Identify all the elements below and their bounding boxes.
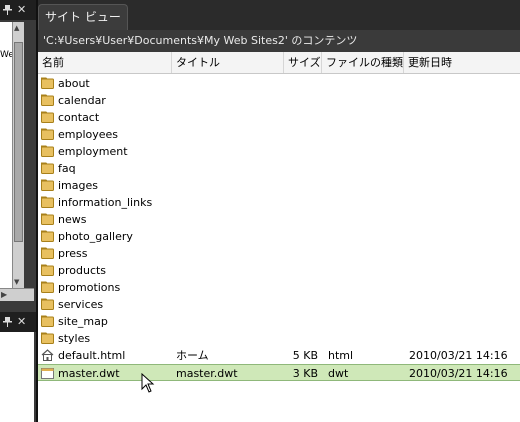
file-name: employees xyxy=(58,128,119,141)
file-name: calendar xyxy=(58,94,106,107)
file-size: 3 KB xyxy=(292,367,318,380)
file-name: photo_gallery xyxy=(58,230,133,243)
folder-icon xyxy=(41,111,54,123)
scroll-up-icon[interactable]: ▲ xyxy=(14,24,19,32)
folder-row[interactable]: faq xyxy=(38,160,520,177)
folder-row[interactable]: services xyxy=(38,296,520,313)
pin-icon[interactable] xyxy=(3,317,12,327)
file-name: promotions xyxy=(58,281,121,294)
folder-icon xyxy=(41,179,54,191)
folder-icon xyxy=(41,145,54,157)
folder-row[interactable]: press xyxy=(38,245,520,262)
template-file-icon xyxy=(41,368,54,379)
scroll-right-icon[interactable]: ▶ xyxy=(1,290,7,299)
column-header-name[interactable]: 名前 xyxy=(38,52,172,73)
close-icon[interactable]: ✕ xyxy=(17,4,26,15)
scrollbar-thumb[interactable] xyxy=(14,42,23,242)
file-modified: 2010/03/21 14:16 xyxy=(409,349,508,362)
folder-icon xyxy=(41,162,54,174)
tab-site-view[interactable]: サイト ビュー xyxy=(38,4,128,30)
folder-icon xyxy=(41,196,54,208)
left-bottom-panel-content xyxy=(0,332,34,422)
folder-row[interactable]: site_map xyxy=(38,313,520,330)
file-name: contact xyxy=(58,111,100,124)
folder-icon xyxy=(41,128,54,140)
column-header-modified[interactable]: 更新日時 xyxy=(404,52,520,73)
file-name: information_links xyxy=(58,196,153,209)
file-name: press xyxy=(58,247,88,260)
file-name: products xyxy=(58,264,107,277)
file-name: about xyxy=(58,77,90,90)
left-panel-vertical-scrollbar[interactable]: ▲ ▼ xyxy=(12,22,24,288)
column-header-type[interactable]: ファイルの種類 xyxy=(322,52,404,73)
file-name: employment xyxy=(58,145,128,158)
home-page-icon xyxy=(41,349,54,361)
folder-row[interactable]: photo_gallery xyxy=(38,228,520,245)
file-name: default.html xyxy=(58,349,126,362)
close-icon[interactable]: ✕ xyxy=(17,316,26,327)
file-title: master.dwt xyxy=(176,367,238,380)
scroll-down-icon[interactable]: ▼ xyxy=(14,278,19,286)
folder-path: 'C:¥Users¥User¥Documents¥My Web Sites2' … xyxy=(38,30,520,52)
left-bottom-panel-titlebar: ✕ xyxy=(0,312,36,332)
file-name: master.dwt xyxy=(58,367,120,380)
file-title: ホーム xyxy=(176,349,209,362)
folder-row[interactable]: about xyxy=(38,75,520,92)
file-name: news xyxy=(58,213,87,226)
file-size: 5 KB xyxy=(292,349,318,362)
file-row[interactable]: default.html ホーム 5 KB html 2010/03/21 14:16 xyxy=(38,347,520,364)
left-panel-titlebar: ✕ xyxy=(0,0,36,20)
folder-row[interactable]: news xyxy=(38,211,520,228)
left-panel: ✕ We ▲ ▼ ▶ ✕ xyxy=(0,0,36,422)
folder-row[interactable]: employees xyxy=(38,126,520,143)
file-name: faq xyxy=(58,162,76,175)
pin-icon[interactable] xyxy=(3,5,12,15)
file-type: dwt xyxy=(328,367,349,380)
folder-row[interactable]: contact xyxy=(38,109,520,126)
folder-icon xyxy=(41,315,54,327)
mouse-cursor-icon xyxy=(141,373,155,393)
tab-strip: サイト ビュー xyxy=(38,0,520,30)
column-header-title[interactable]: タイトル xyxy=(172,52,284,73)
left-panel-horizontal-scrollbar[interactable]: ▶ xyxy=(0,288,34,301)
folder-row[interactable]: products xyxy=(38,262,520,279)
folder-icon xyxy=(41,332,54,344)
folder-row[interactable]: promotions xyxy=(38,279,520,296)
folder-icon xyxy=(41,281,54,293)
file-name: site_map xyxy=(58,315,108,328)
folder-row[interactable]: calendar xyxy=(38,92,520,109)
folder-icon xyxy=(41,247,54,259)
folder-row[interactable]: employment xyxy=(38,143,520,160)
file-row[interactable]: master.dwt master.dwt 3 KB dwt 2010/03/21 14… xyxy=(38,364,520,381)
folder-icon xyxy=(41,94,54,106)
folder-row[interactable]: information_links xyxy=(38,194,520,211)
file-name: images xyxy=(58,179,98,192)
folder-row[interactable]: styles xyxy=(38,330,520,347)
column-header-size[interactable]: サイズ xyxy=(284,52,322,73)
folder-icon xyxy=(41,77,54,89)
folder-icon xyxy=(41,213,54,225)
file-modified: 2010/03/21 14:16 xyxy=(409,367,508,380)
file-list: 名前 タイトル サイズ ファイルの種類 更新日時 about calendar co… xyxy=(38,52,520,422)
folder-icon xyxy=(41,298,54,310)
file-name: services xyxy=(58,298,104,311)
file-list-header: 名前 タイトル サイズ ファイルの種類 更新日時 xyxy=(38,52,520,74)
file-name: styles xyxy=(58,332,91,345)
file-type: html xyxy=(328,349,354,362)
folder-row[interactable]: images xyxy=(38,177,520,194)
folder-icon xyxy=(41,230,54,242)
folder-icon xyxy=(41,264,54,276)
